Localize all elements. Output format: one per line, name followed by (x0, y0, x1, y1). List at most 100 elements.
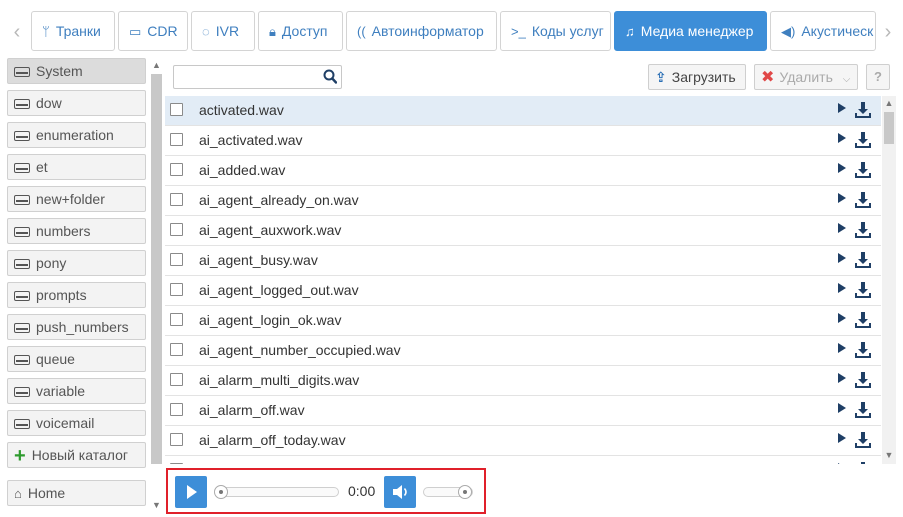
file-name: ai_agent_login_ok.wav (199, 312, 342, 328)
file-checkbox[interactable] (170, 133, 183, 146)
search-icon[interactable] (323, 69, 337, 85)
folder-item[interactable]: System (7, 58, 146, 84)
tabs-scroll-left-icon[interactable]: ‹ (6, 10, 28, 54)
file-row[interactable]: ai_added.wav (165, 156, 881, 186)
file-checkbox[interactable] (170, 223, 183, 236)
download-icon[interactable] (854, 281, 872, 299)
file-row[interactable]: ai_alarm_multi_digits.wav (165, 366, 881, 396)
folder-item[interactable]: dow (7, 90, 146, 116)
file-checkbox[interactable] (170, 433, 183, 446)
file-checkbox[interactable] (170, 103, 183, 116)
tab-4[interactable]: ((Автоинформатор (346, 11, 497, 51)
download-icon[interactable] (854, 191, 872, 209)
scroll-down-icon[interactable]: ▼ (150, 500, 163, 510)
file-checkbox[interactable] (170, 343, 183, 356)
play-icon[interactable] (838, 343, 846, 353)
tab-3[interactable]: 🔒︎ Доступ (258, 11, 343, 51)
play-icon[interactable] (838, 283, 846, 293)
folder-scroll-thumb[interactable] (151, 74, 162, 464)
new-folder-button[interactable]: + Новый каталог (7, 442, 146, 468)
search-field[interactable] (173, 65, 342, 89)
volume-slider[interactable] (423, 485, 473, 499)
file-checkbox[interactable] (170, 373, 183, 386)
folder-scrollbar[interactable]: ▲ ▼ (150, 60, 163, 512)
file-row[interactable]: ai_activated.wav (165, 126, 881, 156)
volume-button[interactable] (384, 476, 416, 508)
folder-item[interactable]: enumeration (7, 122, 146, 148)
download-icon[interactable] (854, 311, 872, 329)
file-row[interactable]: ai_agent_busy.wav (165, 246, 881, 276)
folder-item[interactable]: variable (7, 378, 146, 404)
play-icon[interactable] (838, 133, 846, 143)
file-row[interactable]: ai_alarm_off.wav (165, 396, 881, 426)
search-input[interactable] (174, 66, 314, 88)
upload-button[interactable]: ⇪ Загрузить (648, 64, 746, 90)
upload-icon: ⇪ (655, 69, 667, 85)
play-icon[interactable] (838, 193, 846, 203)
file-row[interactable]: ai_agent_logged_out.wav (165, 276, 881, 306)
tab-6[interactable]: ♫ Медиа менеджер (614, 11, 767, 51)
scroll-down-icon[interactable]: ▼ (882, 450, 896, 460)
folder-item[interactable]: queue (7, 346, 146, 372)
playback-time: 0:00 (348, 483, 376, 499)
play-icon[interactable] (838, 433, 846, 443)
file-checkbox[interactable] (170, 313, 183, 326)
folder-item[interactable]: push_numbers (7, 314, 146, 340)
download-icon[interactable] (854, 341, 872, 359)
file-checkbox[interactable] (170, 403, 183, 416)
delete-button[interactable]: ✖ Удалить ⌵ (754, 64, 858, 90)
download-icon[interactable] (854, 131, 872, 149)
file-row[interactable]: ai_agent_login_ok.wav (165, 306, 881, 336)
play-icon[interactable] (838, 163, 846, 173)
seek-slider[interactable] (214, 485, 339, 499)
play-button[interactable] (175, 476, 207, 508)
volume-handle[interactable] (458, 485, 472, 499)
download-icon[interactable] (854, 251, 872, 269)
file-checkbox[interactable] (170, 193, 183, 206)
play-icon[interactable] (838, 103, 846, 113)
tab-5[interactable]: >_ Коды услуг (500, 11, 611, 51)
tabs-scroll-right-icon[interactable]: › (877, 10, 899, 54)
plus-icon: + (14, 445, 26, 467)
folder-item[interactable]: voicemail (7, 410, 146, 436)
play-icon[interactable] (838, 223, 846, 233)
download-icon[interactable] (854, 161, 872, 179)
tab-0[interactable]: ᛘ Транки (31, 11, 115, 51)
play-icon[interactable] (838, 313, 846, 323)
home-button[interactable]: ⌂ Home (7, 480, 146, 506)
file-row[interactable]: ai_alarm_off_today.wav (165, 426, 881, 456)
play-icon[interactable] (838, 373, 846, 383)
folder-item[interactable]: numbers (7, 218, 146, 244)
tab-1[interactable]: ▭ CDR (118, 11, 188, 51)
file-checkbox[interactable] (170, 283, 183, 296)
scroll-up-icon[interactable]: ▲ (882, 98, 896, 108)
download-icon[interactable] (854, 371, 872, 389)
file-row[interactable] (165, 456, 881, 464)
file-row[interactable]: activated.wav (165, 96, 881, 126)
folder-item[interactable]: pony (7, 250, 146, 276)
file-checkbox[interactable] (170, 253, 183, 266)
help-button[interactable]: ? (866, 64, 890, 90)
download-icon[interactable] (854, 461, 872, 464)
file-row[interactable]: ai_agent_already_on.wav (165, 186, 881, 216)
download-icon[interactable] (854, 431, 872, 449)
play-icon[interactable] (838, 463, 846, 464)
file-checkbox[interactable] (170, 463, 183, 464)
folder-item[interactable]: prompts (7, 282, 146, 308)
download-icon[interactable] (854, 401, 872, 419)
download-icon[interactable] (854, 101, 872, 119)
seek-handle[interactable] (214, 485, 228, 499)
tab-2[interactable]: ◌ IVR (191, 11, 255, 51)
file-checkbox[interactable] (170, 163, 183, 176)
download-icon[interactable] (854, 221, 872, 239)
file-row[interactable]: ai_agent_number_occupied.wav (165, 336, 881, 366)
play-icon[interactable] (838, 403, 846, 413)
folder-item[interactable]: new+folder (7, 186, 146, 212)
file-row[interactable]: ai_agent_auxwork.wav (165, 216, 881, 246)
scroll-up-icon[interactable]: ▲ (150, 60, 163, 70)
file-list-scrollbar[interactable]: ▲ ▼ (882, 96, 896, 464)
tab-7[interactable]: ◀) Акустическ (770, 11, 876, 51)
folder-item[interactable]: et (7, 154, 146, 180)
play-icon[interactable] (838, 253, 846, 263)
file-list-scroll-thumb[interactable] (884, 112, 894, 144)
